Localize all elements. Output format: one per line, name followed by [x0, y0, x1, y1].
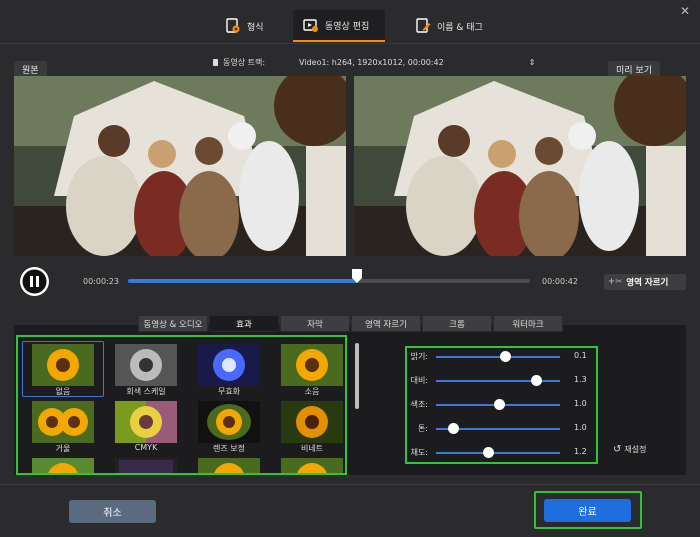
tab-crop[interactable]: 크롭: [422, 315, 492, 332]
hue-label: 색조:: [410, 400, 428, 409]
contrast-slider-knob[interactable]: [531, 375, 542, 386]
filter-item[interactable]: [32, 458, 94, 473]
trash-icon: [213, 58, 218, 66]
filter-thumbnail: [281, 344, 343, 386]
filter-item[interactable]: [281, 458, 343, 473]
saturation-label: 채도:: [410, 448, 428, 457]
video-track-selector[interactable]: 동영상 트랙: Video1: h264, 1920x1012, 00:00:4…: [213, 56, 535, 68]
brightness-slider-knob[interactable]: [500, 351, 511, 362]
tab-format-label: 형식: [247, 22, 264, 33]
filter-item[interactable]: 비네트: [281, 401, 345, 454]
tone-value: 1.0: [574, 423, 587, 432]
filter-thumbnail: [281, 458, 343, 473]
saturation-slider[interactable]: [436, 447, 560, 458]
filter-thumbnail: [198, 458, 260, 473]
contrast-value: 1.3: [574, 375, 587, 384]
hue-value: 1.0: [574, 399, 587, 408]
close-icon[interactable]: ✕: [680, 4, 690, 18]
total-time: 00:00:42: [542, 277, 578, 286]
filter-thumbnail: [115, 344, 177, 386]
filter-thumbnail: [281, 401, 343, 443]
filter-scrollbar[interactable]: [355, 343, 359, 409]
tone-label: 톤:: [417, 424, 428, 433]
filter-thumbnail: [115, 401, 177, 443]
tab-name-tag-label: 이름 & 태그: [437, 22, 483, 33]
saturation-slider-knob[interactable]: [483, 447, 494, 458]
filter-label: 무효화: [217, 387, 241, 396]
chevron-updown-icon: ⇕: [528, 57, 536, 67]
filter-grid-highlight: 없음 회색 스케일 무효화 소음 거울 CMYK 렌즈 보정 비네트: [16, 335, 347, 475]
filter-label: CMYK: [134, 443, 158, 452]
contrast-label: 대비:: [410, 376, 428, 385]
crop-area-label: 영역 자르기: [626, 278, 669, 288]
filter-thumbnail: [32, 344, 94, 386]
hue-slider[interactable]: [436, 399, 560, 410]
pause-button[interactable]: [20, 267, 49, 296]
timeline-handle[interactable]: [352, 268, 362, 283]
top-tab-bar: 형식 동영상 편집 이름 & 태그 ✕: [0, 0, 700, 44]
filter-thumbnail: [32, 401, 94, 443]
reset-button[interactable]: ↺ 재설정: [613, 444, 646, 455]
filter-label: 회색 스케일: [126, 387, 166, 396]
tone-slider[interactable]: [436, 423, 560, 434]
filter-item[interactable]: [115, 458, 177, 473]
filter-item[interactable]: 회색 스케일: [115, 344, 186, 397]
video-track-value: Video1: h264, 1920x1012, 00:00:42: [299, 57, 444, 67]
original-video-image: [14, 76, 346, 256]
tab-video-edit[interactable]: 동영상 편집: [293, 10, 385, 42]
filter-item[interactable]: CMYK: [115, 401, 186, 452]
tab-watermark[interactable]: 워터마크: [493, 315, 563, 332]
reset-icon: ↺: [613, 444, 622, 455]
saturation-value: 1.2: [574, 447, 587, 456]
tab-video-audio[interactable]: 동영상 & 오디오: [138, 315, 208, 332]
filter-thumbnail: [198, 344, 260, 386]
filter-item[interactable]: 무효화: [198, 344, 269, 397]
filter-label: 렌즈 보정: [213, 444, 245, 453]
current-time: 00:00:23: [83, 277, 119, 286]
crop-area-button[interactable]: +✂ 영역 자르기: [604, 274, 686, 290]
filter-thumbnail: [32, 458, 94, 473]
dialog: 형식 동영상 편집 이름 & 태그 ✕ 원본 동영상 트랙: Video1: h…: [0, 0, 700, 537]
add-crop-icon: +✂: [608, 277, 623, 287]
filter-item[interactable]: 없음: [32, 344, 103, 397]
done-button[interactable]: 완료: [544, 499, 631, 522]
format-settings-icon: [226, 18, 240, 33]
video-edit-icon: [303, 19, 318, 32]
reset-label: 재설정: [624, 445, 647, 454]
filter-item[interactable]: 소음: [281, 344, 345, 397]
filter-item[interactable]: 거울: [32, 401, 103, 454]
cancel-button[interactable]: 취소: [69, 500, 156, 523]
brightness-label: 밝기:: [410, 352, 428, 361]
video-track-label: 동영상 트랙:: [223, 57, 266, 67]
preview-video-image: [354, 76, 686, 256]
filter-label: 거울: [55, 444, 71, 453]
tab-crop-area[interactable]: 영역 자르기: [351, 315, 421, 332]
filter-item[interactable]: 렌즈 보정: [198, 401, 269, 454]
tab-subtitle[interactable]: 자막: [280, 315, 350, 332]
edit-document-icon: [416, 18, 431, 33]
brightness-value: 0.1: [574, 351, 587, 360]
hue-slider-knob[interactable]: [494, 399, 505, 410]
filter-label: 비네트: [300, 444, 324, 453]
filter-thumbnail: [198, 401, 260, 443]
tab-video-edit-label: 동영상 편집: [325, 21, 370, 32]
pause-icon: [22, 269, 47, 294]
filter-label: 소음: [304, 387, 320, 396]
tone-slider-knob[interactable]: [448, 423, 459, 434]
original-video-frame: [14, 76, 346, 256]
contrast-slider[interactable]: [436, 375, 560, 386]
tab-effects[interactable]: 효과: [209, 315, 279, 332]
track-thumbnail: [270, 56, 294, 68]
tab-format[interactable]: 형식: [215, 10, 274, 42]
brightness-slider[interactable]: [436, 351, 560, 362]
tab-name-tag[interactable]: 이름 & 태그: [405, 10, 493, 42]
timeline-progress: [128, 279, 357, 283]
filter-thumbnail: [115, 458, 177, 473]
preview-video-frame: [354, 76, 686, 256]
filter-label: 없음: [55, 387, 71, 396]
filter-item[interactable]: [198, 458, 260, 473]
